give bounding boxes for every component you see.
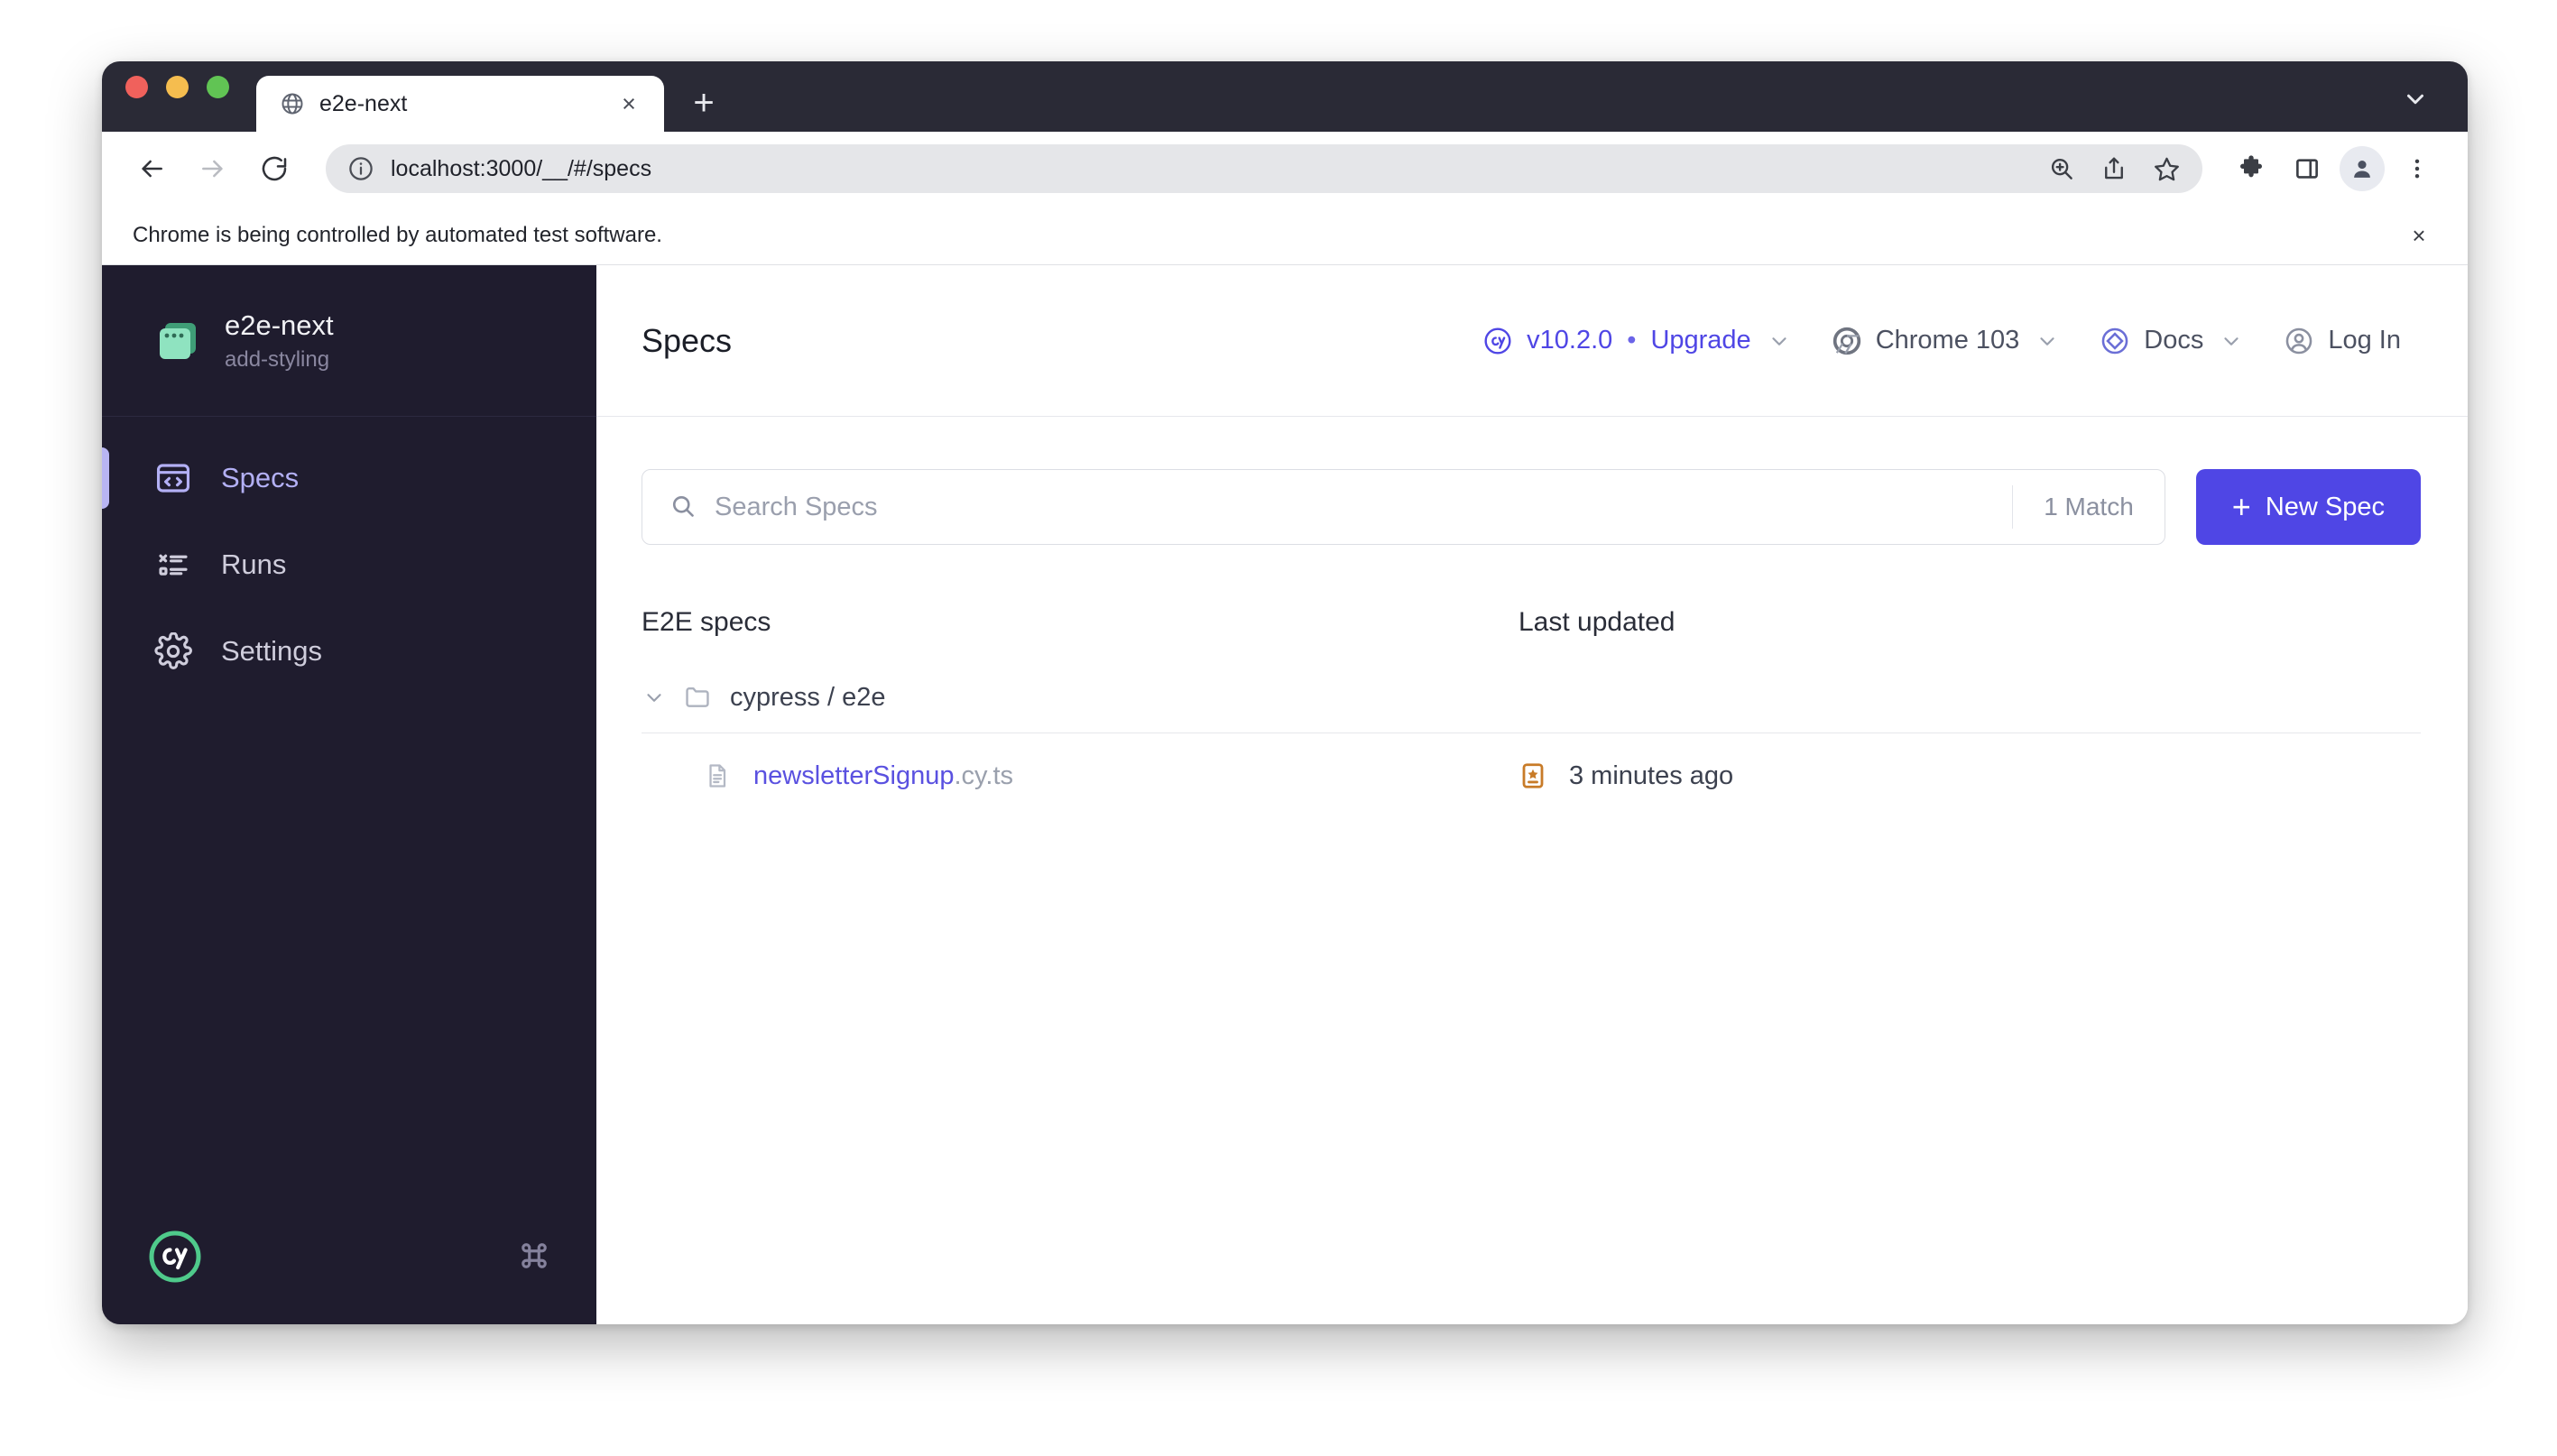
sidebar-item-settings[interactable]: Settings <box>102 608 596 695</box>
settings-gear-icon <box>152 631 194 672</box>
spec-search-row: 1 Match + New Spec <box>596 417 2468 545</box>
spec-table-header: E2E specs Last updated <box>642 595 2421 650</box>
zoom-icon[interactable] <box>2047 154 2076 183</box>
side-panel-icon[interactable] <box>2284 145 2331 192</box>
spec-name-cell[interactable]: newsletterSignup.cy.ts <box>642 761 1519 792</box>
main-content: Specs v10.2.0 • Upgrade Chrome 103 Docs … <box>596 265 2468 1324</box>
browser-selector-label: Chrome 103 <box>1875 326 2020 355</box>
address-bar[interactable]: localhost:3000/__/#/specs <box>326 144 2202 193</box>
chrome-icon <box>1831 325 1863 357</box>
page-title: Specs <box>642 321 733 359</box>
cypress-badge-icon <box>1482 325 1514 357</box>
new-spec-button[interactable]: + New Spec <box>2195 469 2421 545</box>
sidebar-item-label: Settings <box>221 635 323 667</box>
sidebar-nav: Specs Runs Settings <box>102 417 596 695</box>
project-branch: add-styling <box>225 347 330 373</box>
sidebar-item-specs[interactable]: Specs <box>102 435 596 521</box>
docs-label: Docs <box>2144 326 2204 355</box>
search-input[interactable] <box>715 492 2013 522</box>
app-sidebar: e2e-next add-styling Specs Runs Settings <box>102 265 596 1324</box>
git-new-file-icon <box>1519 761 1549 792</box>
match-count: 1 Match <box>2012 485 2165 529</box>
url-text: localhost:3000/__/#/specs <box>391 155 652 181</box>
info-icon[interactable] <box>347 155 374 182</box>
search-icon <box>669 493 698 521</box>
extensions-puzzle-icon[interactable] <box>2228 145 2275 192</box>
spec-folder-label: cypress / e2e <box>730 682 886 712</box>
folder-icon <box>683 682 714 713</box>
chevron-down-icon[interactable] <box>2035 329 2059 353</box>
tab-search-chevron-icon[interactable] <box>2395 79 2435 119</box>
close-tab-button[interactable]: × <box>614 88 644 119</box>
chevron-down-icon[interactable] <box>1768 329 1791 353</box>
browser-tab[interactable]: e2e-next × <box>256 76 664 132</box>
close-infobar-button[interactable]: × <box>2401 217 2437 253</box>
search-specs-box[interactable]: 1 Match <box>642 469 2165 545</box>
column-header-updated: Last updated <box>1519 607 1675 637</box>
automation-infobar: Chrome is being controlled by automated … <box>102 206 2468 265</box>
spec-updated-text: 3 minutes ago <box>1569 761 1734 790</box>
sidebar-footer <box>102 1189 596 1324</box>
globe-icon <box>280 91 305 116</box>
login-label: Log In <box>2328 326 2401 355</box>
browser-window: e2e-next × + localhost:3000/__/#/specs C… <box>102 61 2468 1324</box>
browser-toolbar: localhost:3000/__/#/specs <box>102 132 2468 206</box>
more-menu-icon[interactable] <box>2394 145 2441 192</box>
automation-infobar-message: Chrome is being controlled by automated … <box>133 222 662 247</box>
main-header: Specs v10.2.0 • Upgrade Chrome 103 Docs … <box>596 265 2468 417</box>
profile-avatar-icon[interactable] <box>2340 146 2385 191</box>
header-actions: v10.2.0 • Upgrade Chrome 103 Docs Log In <box>1462 325 2421 357</box>
project-name: e2e-next <box>225 309 334 341</box>
docs-menu-button[interactable]: Docs <box>2079 325 2263 357</box>
window-traffic-lights <box>125 61 229 132</box>
bookmark-star-icon[interactable] <box>2152 154 2181 183</box>
chevron-down-icon[interactable] <box>642 685 667 710</box>
table-row[interactable]: newsletterSignup.cy.ts 3 minutes ago <box>642 733 2421 819</box>
forward-icon[interactable] <box>187 143 239 195</box>
browser-selector-button[interactable]: Chrome 103 <box>1811 325 2080 357</box>
spec-folder-row[interactable]: cypress / e2e <box>642 650 2421 733</box>
spec-name-link[interactable]: newsletterSignup.cy.ts <box>753 761 1013 791</box>
specs-code-icon <box>152 457 194 499</box>
sidebar-item-label: Specs <box>221 462 300 493</box>
cypress-logo-icon[interactable] <box>147 1229 203 1285</box>
docs-icon <box>2099 325 2131 357</box>
reload-icon[interactable] <box>248 143 300 195</box>
sidebar-item-runs[interactable]: Runs <box>102 521 596 608</box>
spec-file-icon <box>703 761 734 792</box>
version-upgrade-button[interactable]: v10.2.0 • Upgrade <box>1462 325 1811 357</box>
user-circle-icon <box>2283 325 2315 357</box>
tab-title: e2e-next <box>319 90 408 116</box>
spec-extension: .cy.ts <box>954 761 1014 790</box>
spec-base-name: newsletterSignup <box>753 761 955 790</box>
sidebar-item-label: Runs <box>221 548 287 580</box>
spec-updated-cell: 3 minutes ago <box>1519 761 2421 792</box>
minimize-window-button[interactable] <box>166 75 189 98</box>
new-tab-button[interactable]: + <box>680 79 727 126</box>
project-switcher[interactable]: e2e-next add-styling <box>102 265 596 417</box>
version-separator: • <box>1627 326 1637 355</box>
chevron-down-icon[interactable] <box>2220 329 2243 353</box>
maximize-window-button[interactable] <box>207 75 229 98</box>
login-button[interactable]: Log In <box>2263 325 2421 357</box>
tab-strip: e2e-next × + <box>102 61 2468 132</box>
spec-table: E2E specs Last updated cypress / e2e new… <box>596 595 2468 819</box>
command-key-icon[interactable] <box>515 1237 555 1276</box>
upgrade-link[interactable]: Upgrade <box>1650 326 1750 355</box>
close-window-button[interactable] <box>125 75 148 98</box>
new-spec-label: New Spec <box>2265 492 2385 521</box>
runs-list-icon <box>152 544 194 585</box>
column-header-name: E2E specs <box>642 607 771 637</box>
app-viewport: e2e-next add-styling Specs Runs Settings… <box>102 265 2468 1324</box>
back-icon[interactable] <box>125 143 178 195</box>
project-window-icon <box>154 318 201 364</box>
plus-icon: + <box>2231 488 2251 525</box>
version-label: v10.2.0 <box>1527 326 1613 355</box>
share-icon[interactable] <box>2100 154 2128 183</box>
